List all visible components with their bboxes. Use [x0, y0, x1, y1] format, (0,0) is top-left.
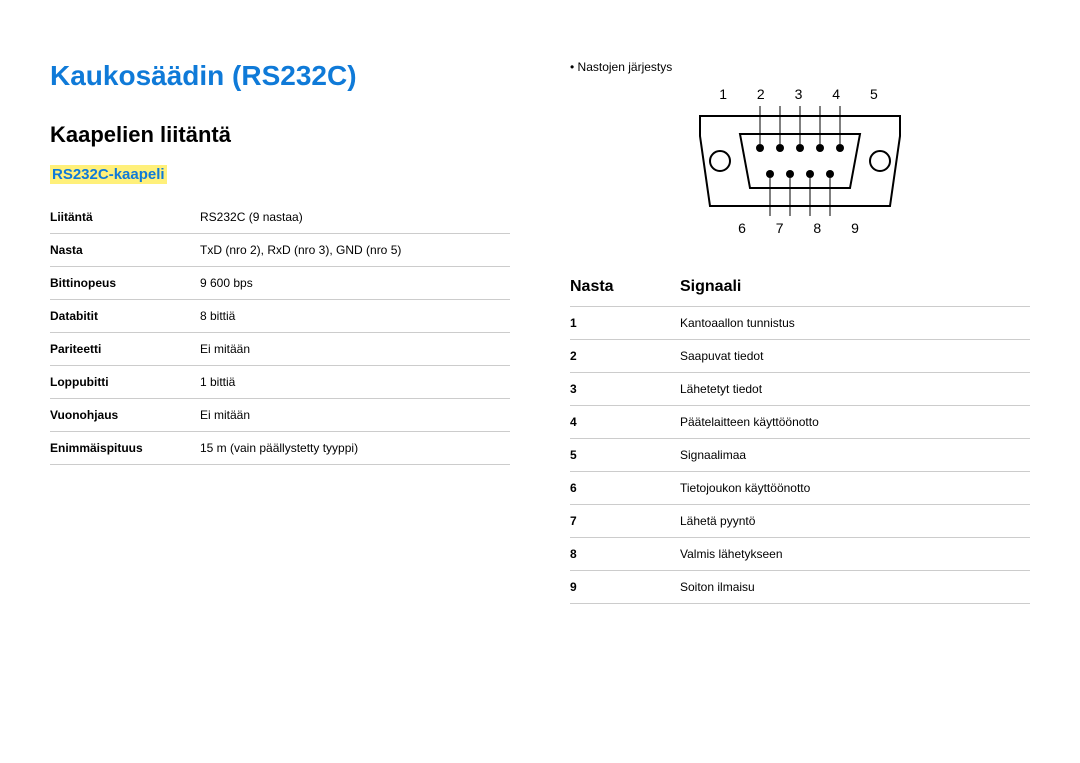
- table-row: Loppubitti1 bittiä: [50, 366, 510, 399]
- pin-signal: Valmis lähetykseen: [680, 538, 1030, 571]
- pin-signal: Päätelaitteen käyttöönotto: [680, 406, 1030, 439]
- spec-label: Liitäntä: [50, 201, 200, 234]
- signal-th-signal: Signaali: [680, 268, 1030, 307]
- table-row: LiitäntäRS232C (9 nastaa): [50, 201, 510, 234]
- pin-arrangement-label: Nastojen järjestys: [570, 60, 1030, 74]
- spec-label: Bittinopeus: [50, 267, 200, 300]
- pin-number: 9: [570, 571, 680, 604]
- table-row: 1Kantoaallon tunnistus: [570, 307, 1030, 340]
- section-heading: Kaapelien liitäntä: [50, 122, 510, 148]
- specs-table: LiitäntäRS232C (9 nastaa)NastaTxD (nro 2…: [50, 201, 510, 465]
- table-row: VuonohjausEi mitään: [50, 399, 510, 432]
- subsection-highlight: RS232C-kaapeli: [50, 165, 167, 184]
- table-row: Enimmäispituus15 m (vain päällystetty ty…: [50, 432, 510, 465]
- table-row: 4Päätelaitteen käyttöönotto: [570, 406, 1030, 439]
- table-row: 2Saapuvat tiedot: [570, 340, 1030, 373]
- spec-value: 1 bittiä: [200, 366, 510, 399]
- spec-label: Databitit: [50, 300, 200, 333]
- table-row: 8Valmis lähetykseen: [570, 538, 1030, 571]
- spec-value: Ei mitään: [200, 333, 510, 366]
- table-row: 9Soiton ilmaisu: [570, 571, 1030, 604]
- spec-value: 8 bittiä: [200, 300, 510, 333]
- signal-th-pin: Nasta: [570, 268, 680, 307]
- pin-number: 5: [570, 439, 680, 472]
- subsection-heading: RS232C-kaapeli: [50, 166, 510, 183]
- spec-value: RS232C (9 nastaa): [200, 201, 510, 234]
- spec-label: Loppubitti: [50, 366, 200, 399]
- pin-number: 1: [570, 307, 680, 340]
- pin-signal: Tietojoukon käyttöönotto: [680, 472, 1030, 505]
- spec-value: 9 600 bps: [200, 267, 510, 300]
- table-row: PariteettiEi mitään: [50, 333, 510, 366]
- spec-label: Pariteetti: [50, 333, 200, 366]
- spec-label: Nasta: [50, 234, 200, 267]
- table-row: 3Lähetetyt tiedot: [570, 373, 1030, 406]
- table-row: NastaTxD (nro 2), RxD (nro 3), GND (nro …: [50, 234, 510, 267]
- pin-number: 3: [570, 373, 680, 406]
- pin-number: 2: [570, 340, 680, 373]
- table-row: 7Lähetä pyyntö: [570, 505, 1030, 538]
- pin-signal: Kantoaallon tunnistus: [680, 307, 1030, 340]
- pins-bottom-numbers: 6 7 8 9: [690, 220, 910, 236]
- table-row: Databitit8 bittiä: [50, 300, 510, 333]
- page-title: Kaukosäädin (RS232C): [50, 60, 510, 92]
- pin-number: 4: [570, 406, 680, 439]
- pin-number: 6: [570, 472, 680, 505]
- pin-number: 8: [570, 538, 680, 571]
- pin-signal: Lähetä pyyntö: [680, 505, 1030, 538]
- pins-top-numbers: 1 2 3 4 5: [690, 86, 910, 102]
- db9-connector-icon: [690, 106, 910, 216]
- spec-value: 15 m (vain päällystetty tyyppi): [200, 432, 510, 465]
- pin-signal: Lähetetyt tiedot: [680, 373, 1030, 406]
- connector-diagram: 1 2 3 4 5: [570, 86, 1030, 238]
- pin-signal: Saapuvat tiedot: [680, 340, 1030, 373]
- signal-table: Nasta Signaali 1Kantoaallon tunnistus2Sa…: [570, 268, 1030, 604]
- table-row: 5Signaalimaa: [570, 439, 1030, 472]
- pin-number: 7: [570, 505, 680, 538]
- table-row: Bittinopeus9 600 bps: [50, 267, 510, 300]
- spec-label: Enimmäispituus: [50, 432, 200, 465]
- spec-value: TxD (nro 2), RxD (nro 3), GND (nro 5): [200, 234, 510, 267]
- spec-label: Vuonohjaus: [50, 399, 200, 432]
- pin-signal: Signaalimaa: [680, 439, 1030, 472]
- pin-signal: Soiton ilmaisu: [680, 571, 1030, 604]
- spec-value: Ei mitään: [200, 399, 510, 432]
- table-row: 6Tietojoukon käyttöönotto: [570, 472, 1030, 505]
